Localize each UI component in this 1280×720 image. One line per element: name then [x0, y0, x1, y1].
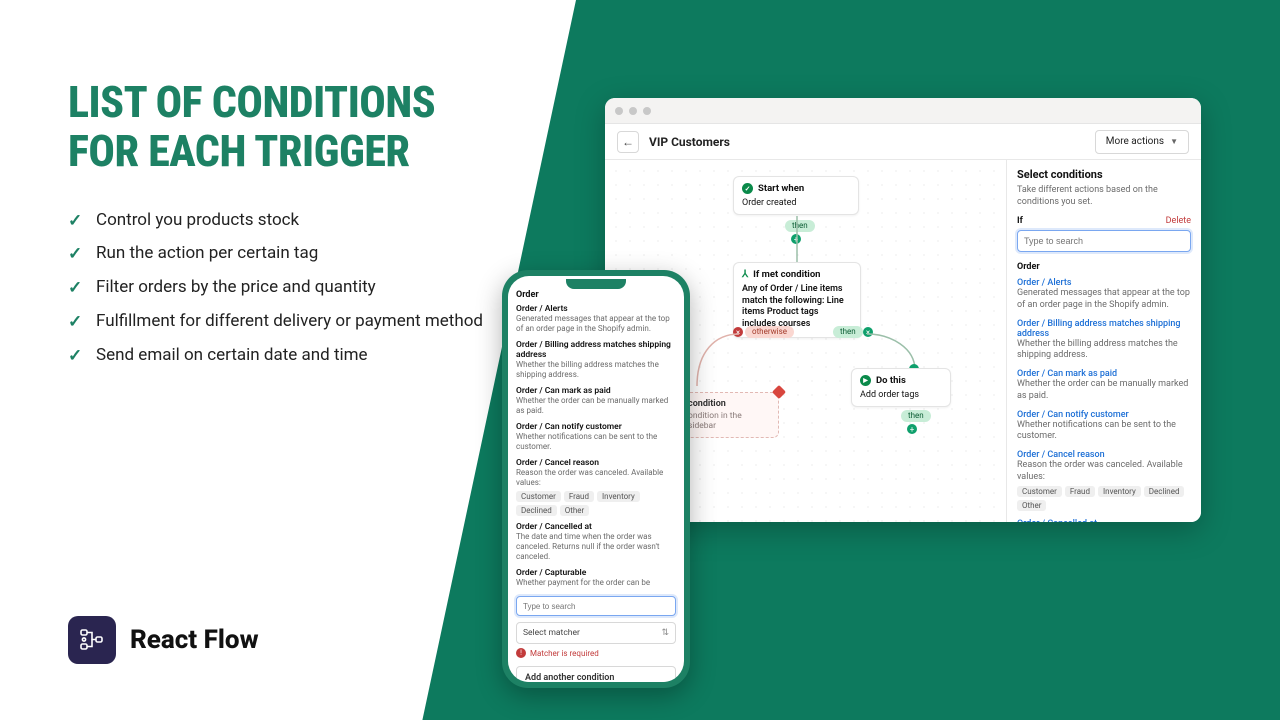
- node-body: Order created: [742, 198, 850, 208]
- brand-name: React Flow: [130, 625, 259, 655]
- condition-option[interactable]: Order / Cancelled at The date and time w…: [516, 522, 676, 562]
- node-body: Add order tags: [860, 390, 942, 400]
- plus-node-icon[interactable]: +: [907, 424, 917, 434]
- node-if-condition-empty[interactable]: condition ondition in the sidebar: [679, 392, 779, 438]
- warning-diamond-icon: [772, 385, 786, 399]
- check-icon: ✓: [68, 243, 84, 266]
- panel-subtitle: Take different actions based on the cond…: [1017, 185, 1191, 208]
- select-handle-icon: ⇅: [661, 628, 669, 638]
- conditions-sidepanel: Select conditions Take different actions…: [1006, 160, 1201, 522]
- condition-option[interactable]: Order / Can mark as paid Whether the ord…: [1017, 369, 1191, 402]
- matcher-select[interactable]: Select matcher ⇅: [516, 622, 676, 644]
- edge-label-otherwise: otherwise: [745, 326, 794, 338]
- close-node-icon[interactable]: ×: [863, 327, 873, 337]
- branch-icon: ⅄: [742, 269, 748, 280]
- list-item: ✓Send email on certain date and time: [68, 344, 488, 368]
- check-icon: ✓: [68, 210, 84, 233]
- condition-option[interactable]: Order / Alerts Generated messages that a…: [1017, 278, 1191, 311]
- condition-group-header: Order: [1017, 262, 1191, 272]
- condition-option[interactable]: Order / Capturable Whether payment for t…: [516, 568, 676, 588]
- window-chrome: [605, 98, 1201, 124]
- condition-group-header: Order: [516, 290, 676, 300]
- panel-title: Select conditions: [1017, 168, 1191, 181]
- value-tags: Customer Fraud Inventory Declined Other: [516, 491, 676, 516]
- edge-label-then: then: [785, 220, 815, 232]
- validation-error: ! Matcher is required: [516, 648, 676, 658]
- play-icon: ▶: [860, 375, 871, 386]
- condition-option[interactable]: Order / Can notify customer Whether noti…: [1017, 410, 1191, 443]
- page-title: LIST OF CONDITIONS FOR EACH TRIGGER: [68, 78, 488, 177]
- plus-node-icon[interactable]: +: [791, 234, 801, 244]
- check-icon: ✓: [68, 345, 84, 368]
- search-input[interactable]: [516, 596, 676, 616]
- traffic-light-icon: [643, 107, 651, 115]
- brand: React Flow: [68, 616, 259, 664]
- node-body: Any of Order / Line items match the foll…: [742, 284, 852, 331]
- delete-link[interactable]: Delete: [1166, 216, 1191, 226]
- condition-option[interactable]: Order / Cancel reason Reason the order w…: [516, 458, 676, 516]
- app-toolbar: ← VIP Customers More actions ▼: [605, 124, 1201, 160]
- list-item: ✓Run the action per certain tag: [68, 242, 488, 266]
- value-tags: Customer Fraud Inventory Declined Other: [1017, 486, 1191, 511]
- error-icon: !: [516, 648, 526, 658]
- desktop-window: ← VIP Customers More actions ▼ ✓Start wh…: [605, 98, 1201, 522]
- brand-logo-icon: [68, 616, 116, 664]
- mobile-conditions-panel: Order Order / Alerts Generated messages …: [508, 276, 684, 682]
- condition-option[interactable]: Order / Cancel reason Reason the order w…: [1017, 450, 1191, 511]
- check-icon: ✓: [68, 311, 84, 334]
- search-input[interactable]: [1017, 230, 1191, 252]
- list-item: ✓Control you products stock: [68, 209, 488, 233]
- edge-label-then: then: [833, 326, 863, 338]
- condition-option[interactable]: Order / Can mark as paid Whether the ord…: [516, 386, 676, 416]
- mobile-device-frame: Order Order / Alerts Generated messages …: [502, 270, 690, 688]
- condition-option[interactable]: Order / Can notify customer Whether noti…: [516, 422, 676, 452]
- list-item: ✓Filter orders by the price and quantity: [68, 276, 488, 300]
- check-icon: ✓: [68, 277, 84, 300]
- condition-option[interactable]: Order / Billing address matches shipping…: [516, 340, 676, 380]
- traffic-light-icon: [629, 107, 637, 115]
- chevron-down-icon: ▼: [1170, 137, 1178, 146]
- node-start-when[interactable]: ✓Start when Order created: [733, 176, 859, 215]
- condition-option[interactable]: Order / Billing address matches shipping…: [1017, 319, 1191, 362]
- workflow-title: VIP Customers: [649, 135, 1095, 149]
- list-item: ✓Fulfillment for different delivery or p…: [68, 310, 488, 334]
- bullet-list: ✓Control you products stock ✓Run the act…: [68, 209, 488, 369]
- check-circle-icon: ✓: [742, 183, 753, 194]
- close-node-icon[interactable]: ×: [733, 327, 743, 337]
- traffic-light-icon: [615, 107, 623, 115]
- node-do-this[interactable]: ▶Do this Add order tags: [851, 368, 951, 407]
- more-actions-button[interactable]: More actions ▼: [1095, 130, 1189, 154]
- condition-option[interactable]: Order / Cancelled at: [1017, 519, 1191, 522]
- marketing-copy: LIST OF CONDITIONS FOR EACH TRIGGER ✓Con…: [68, 78, 488, 378]
- device-notch: [566, 279, 626, 289]
- condition-option[interactable]: Order / Alerts Generated messages that a…: [516, 304, 676, 334]
- back-button[interactable]: ←: [617, 131, 639, 153]
- edge-label-then: then: [901, 410, 931, 422]
- if-label: If: [1017, 216, 1023, 226]
- add-condition-button[interactable]: Add another condition: [516, 666, 676, 682]
